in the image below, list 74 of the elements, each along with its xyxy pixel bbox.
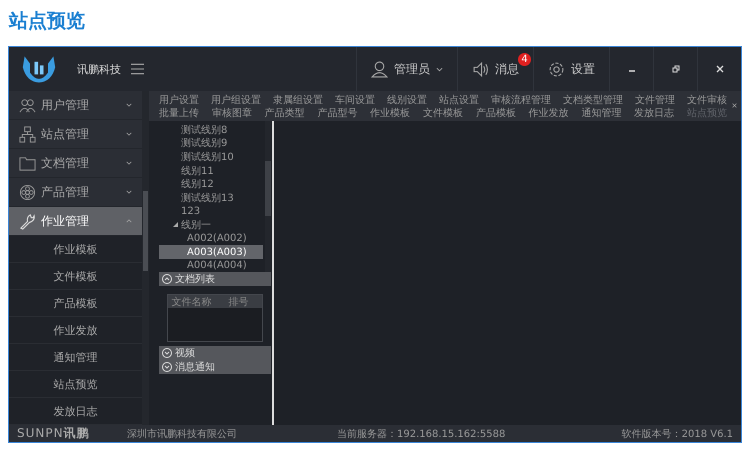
tab[interactable]: 线别设置 bbox=[387, 92, 427, 106]
tab[interactable]: 产品类型 bbox=[264, 106, 305, 120]
page-title: 站点预览 bbox=[8, 9, 86, 34]
tab[interactable]: 作业发放 bbox=[528, 106, 569, 120]
tab[interactable]: 作业模板 bbox=[370, 106, 410, 120]
sidebar-submenu-item[interactable]: 通知管理 bbox=[9, 344, 142, 371]
tab[interactable]: 车间设置 bbox=[335, 92, 375, 106]
tab[interactable]: 用户设置 bbox=[159, 92, 199, 106]
server-address: 当前服务器：192.168.15.162:5588 bbox=[337, 428, 506, 440]
tree-item[interactable]: A002(A002) bbox=[159, 232, 265, 246]
sidebar-submenu-item[interactable]: 产品模板 bbox=[9, 290, 142, 317]
tab[interactable]: 文件审核 bbox=[687, 92, 727, 106]
tree-item[interactable]: A004(A004) bbox=[159, 258, 265, 273]
tab[interactable]: 用户组设置 bbox=[211, 92, 261, 106]
tab[interactable]: 产品型号 bbox=[317, 106, 358, 120]
tab[interactable]: 文件模板 bbox=[422, 106, 463, 120]
speaker-icon bbox=[472, 60, 489, 78]
users-icon bbox=[19, 96, 36, 114]
sidebar-submenu-item[interactable]: 作业发放 bbox=[9, 317, 142, 344]
tab[interactable]: 文档类型管理 bbox=[563, 92, 623, 106]
company-name: 深圳市讯鹏科技有限公司 bbox=[127, 428, 238, 440]
tree-item[interactable]: 线别12 bbox=[159, 177, 265, 191]
column-header: 文件名称 bbox=[170, 296, 212, 308]
message-count-badge: 4 bbox=[518, 53, 531, 66]
chevron-down-icon bbox=[126, 190, 132, 194]
tab[interactable]: 批量上传 bbox=[159, 106, 199, 120]
panel-header[interactable]: 视频 bbox=[159, 346, 271, 360]
user-icon bbox=[371, 60, 388, 78]
tab[interactable]: 文件管理 bbox=[635, 92, 675, 106]
wrench-icon bbox=[19, 212, 36, 230]
chevron-up-icon bbox=[126, 219, 132, 223]
tree-item[interactable]: 123 bbox=[159, 204, 265, 218]
logo-icon bbox=[21, 54, 57, 84]
brand-name: 讯鹏科技 bbox=[77, 62, 121, 76]
folder-icon bbox=[19, 154, 36, 172]
column-header: 排号 bbox=[228, 296, 250, 308]
tab[interactable]: 隶属组设置 bbox=[273, 92, 323, 106]
flower-icon bbox=[19, 184, 36, 200]
tree-item[interactable]: 测试线别13 bbox=[159, 190, 265, 205]
sidebar-submenu-item[interactable]: 文件模板 bbox=[9, 263, 142, 290]
chevron-down-icon bbox=[126, 132, 132, 136]
sidebar-menu-item[interactable]: 作业管理 bbox=[9, 207, 142, 236]
chevron-down-icon bbox=[436, 66, 443, 72]
tab[interactable]: 产品模板 bbox=[476, 106, 516, 120]
close-icon bbox=[716, 65, 724, 73]
tree-item[interactable]: 测试线别10 bbox=[159, 150, 265, 164]
menu-icon[interactable] bbox=[131, 63, 144, 75]
tree-item[interactable]: 测试线别9 bbox=[159, 136, 265, 150]
chevron-down-icon bbox=[126, 161, 132, 165]
sidebar-submenu-item[interactable]: 站点预览 bbox=[9, 371, 142, 398]
expand-circle-icon bbox=[162, 348, 172, 358]
tab[interactable]: 站点设置 bbox=[439, 92, 479, 106]
panel-header[interactable]: 消息通知 bbox=[159, 360, 271, 374]
footer-logo: SUNPN讯鹏 bbox=[17, 425, 91, 442]
restore-icon bbox=[672, 65, 680, 73]
software-version: 软件版本号：2018 V6.1 bbox=[622, 428, 733, 440]
tree-item[interactable]: 测试线别8 bbox=[159, 123, 265, 137]
tree-item[interactable]: 线别11 bbox=[159, 164, 265, 178]
panel-header[interactable]: 文档列表 bbox=[159, 272, 271, 286]
expanded-triangle-icon bbox=[173, 222, 178, 228]
tab[interactable]: 通知管理 bbox=[581, 106, 622, 120]
settings-icon bbox=[548, 60, 565, 78]
sitemap-icon bbox=[19, 126, 36, 142]
tab[interactable]: 审核图章 bbox=[212, 106, 252, 120]
sidebar-submenu-item[interactable]: 作业模板 bbox=[9, 236, 142, 263]
tree-item[interactable]: 线别一 bbox=[159, 218, 265, 232]
tab[interactable]: 审核流程管理 bbox=[491, 92, 551, 106]
tab[interactable]: 发放日志 bbox=[634, 106, 674, 120]
sidebar-submenu-item[interactable]: 发放日志 bbox=[9, 398, 142, 425]
chevron-down-icon bbox=[126, 103, 132, 107]
expand-circle-icon bbox=[162, 362, 172, 372]
collapse-circle-icon bbox=[162, 274, 172, 284]
close-icon[interactable] bbox=[732, 103, 737, 108]
tree-item[interactable]: A003(A003) bbox=[159, 245, 263, 259]
